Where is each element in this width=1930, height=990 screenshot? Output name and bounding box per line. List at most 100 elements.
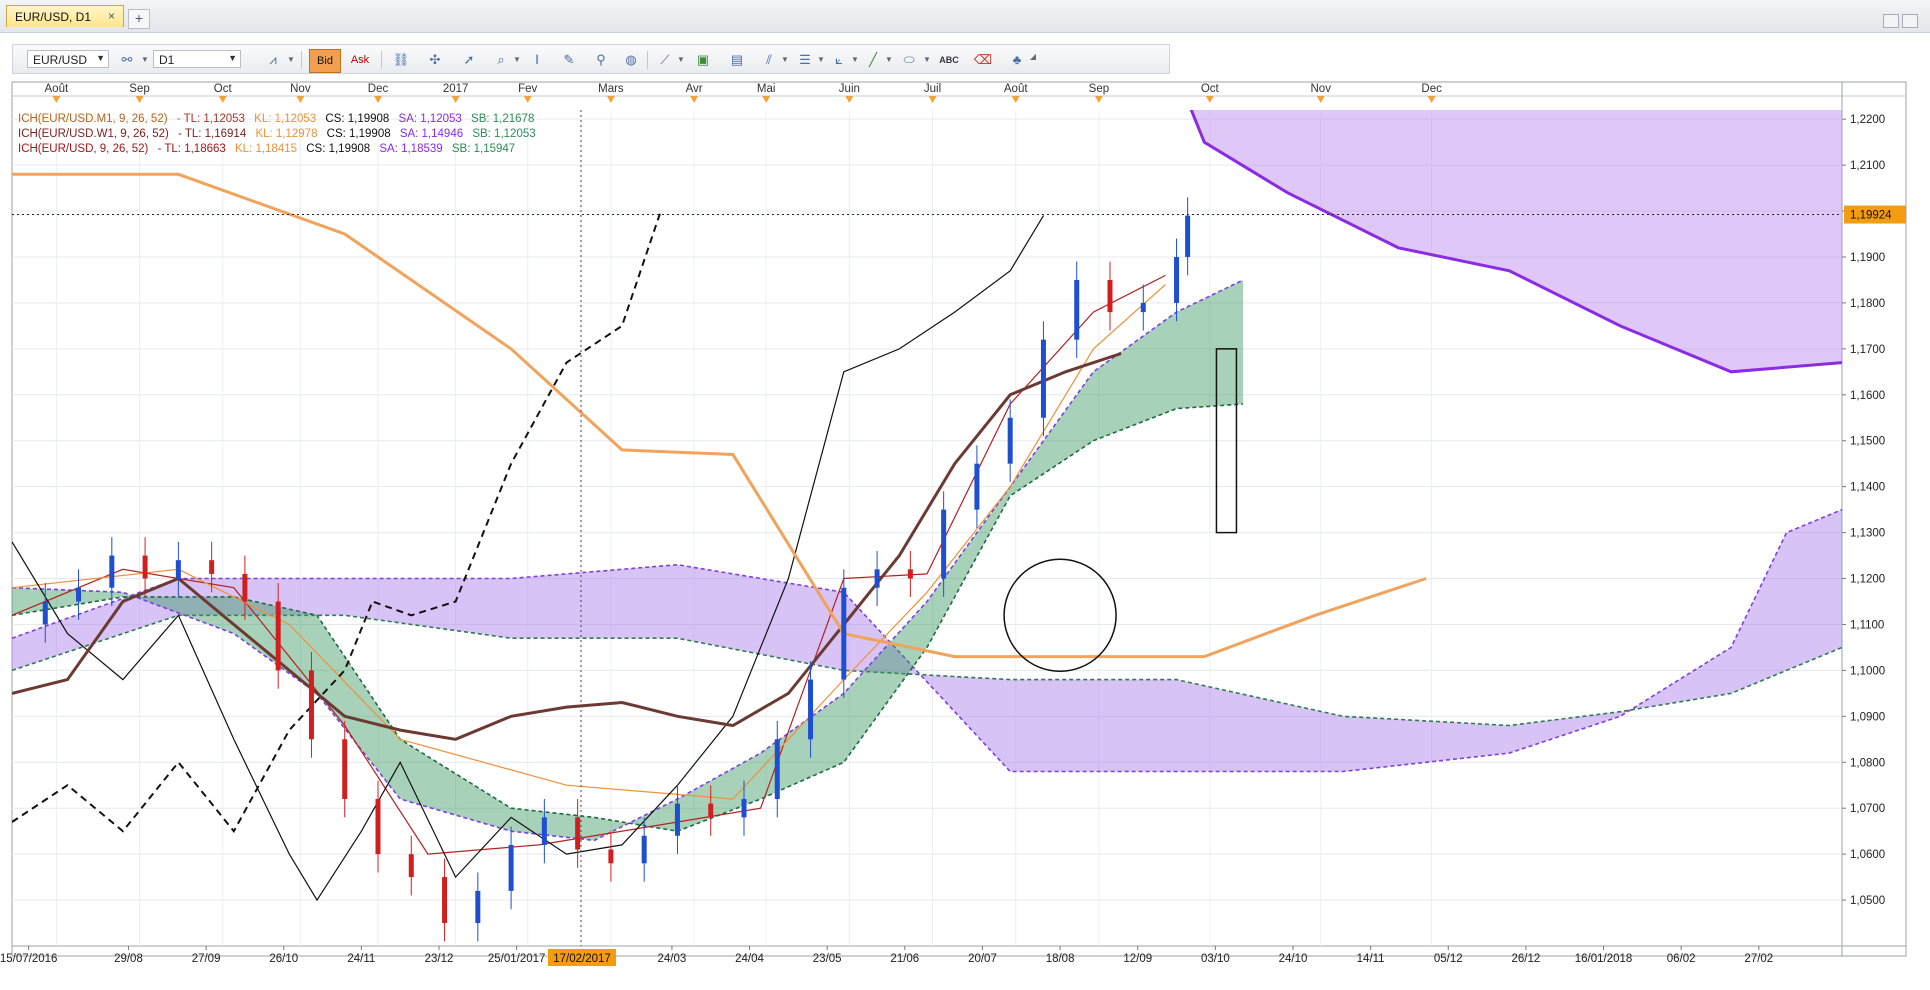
candle-body <box>175 560 181 579</box>
y-tick-label: 1,1900 <box>1850 252 1885 264</box>
month-label: Mars <box>598 83 624 95</box>
candle-body <box>808 679 814 740</box>
x-tick-label: 26/12 <box>1512 953 1541 965</box>
legend-w1-sa: SA: 1,14946 <box>399 128 464 140</box>
x-tick-label: 24/04 <box>735 953 764 965</box>
x-tick-label: 27/02 <box>1744 953 1773 965</box>
month-label: Juil <box>924 83 941 95</box>
candle-body <box>275 601 281 671</box>
month-label: Dec <box>368 83 389 95</box>
x-tick-label: 18/08 <box>1046 953 1075 965</box>
legend-m1-kl: KL: 1,12053 <box>254 113 317 125</box>
x-tick-label: 16/01/2018 <box>1575 953 1633 965</box>
month-label: Nov <box>290 83 311 95</box>
y-tick-label: 1,1700 <box>1850 344 1885 356</box>
candle-body <box>76 587 82 602</box>
candle-body <box>308 670 314 740</box>
legend-w1-sb: SB: 1,12053 <box>472 128 536 140</box>
month-label: Août <box>45 83 69 95</box>
candle-body <box>442 877 448 924</box>
x-tick-label: 20/07 <box>968 953 997 965</box>
legend-m1-sa: SA: 1,12053 <box>398 113 462 125</box>
month-label: Oct <box>1201 83 1220 95</box>
candle-body <box>841 587 847 680</box>
candle-body <box>242 573 248 602</box>
y-tick-label: 1,1100 <box>1850 619 1884 631</box>
y-tick-label: 1,1800 <box>1850 298 1885 310</box>
candle-body <box>109 555 115 588</box>
candle-body <box>541 817 547 845</box>
legend-d1-sa: SA: 1,18539 <box>379 143 443 155</box>
legend-w1-prefix: ICH(EUR/USD.W1, 9, 26, 52) <box>18 128 169 140</box>
y-tick-label: 1,1600 <box>1850 390 1885 402</box>
x-tick-label: 23/12 <box>425 953 454 965</box>
candle-body <box>674 803 680 836</box>
candle-body <box>608 849 614 864</box>
candle-body <box>575 817 581 850</box>
x-tick-label: 12/09 <box>1123 953 1152 965</box>
legend-w1-tl: TL: 1,16914 <box>184 128 247 140</box>
candle-body <box>1074 279 1080 340</box>
y-tick-label: 1,0700 <box>1850 803 1885 815</box>
candle-body <box>874 569 880 588</box>
month-label: Avr <box>686 83 703 95</box>
x-tick-label: 24/10 <box>1279 953 1308 965</box>
y-tick-label: 1,2100 <box>1850 160 1885 172</box>
candle-body <box>142 555 148 579</box>
candle-body <box>209 560 215 574</box>
candle-body <box>1007 417 1013 464</box>
legend-d1-kl: KL: 1,18415 <box>234 143 298 155</box>
month-label: Mai <box>757 83 776 95</box>
legend-m1-sb: SB: 1,21678 <box>471 113 535 125</box>
x-tick-label: 21/06 <box>890 953 919 965</box>
x-tick-label: 03/10 <box>1201 953 1230 965</box>
y-tick-label: 1,0500 <box>1850 895 1885 907</box>
y-tick-label: 1,1000 <box>1850 665 1885 677</box>
y-tick-label: 1,0600 <box>1850 849 1885 861</box>
x-tick-label: 06/02 <box>1667 953 1696 965</box>
month-label: Fev <box>518 83 537 95</box>
legend-m1-prefix: ICH(EUR/USD.M1, 9, 26, 52) <box>18 113 168 125</box>
candle-body <box>1107 279 1113 313</box>
legend-w1: ICH(EUR/USD.W1, 9, 26, 52) - TL: 1,16914… <box>18 128 536 140</box>
month-label: Sep <box>129 83 149 95</box>
y-tick-label: 1,1300 <box>1850 528 1885 540</box>
x-tick-label: 29/08 <box>114 953 143 965</box>
legend-d1-cs: CS: 1,19908 <box>306 143 371 155</box>
current-price-label: 1,19924 <box>1850 210 1892 222</box>
legend-w1-kl: KL: 1,12978 <box>255 128 318 140</box>
candle-body <box>1174 256 1180 303</box>
x-tick-label: 05/12 <box>1434 953 1463 965</box>
month-label: Sep <box>1089 83 1109 95</box>
legend-d1-prefix: ICH(EUR/USD, 9, 26, 52) <box>18 143 149 155</box>
annotation-rect-2 <box>1915 441 1930 574</box>
x-tick-label: 27/09 <box>192 953 221 965</box>
legend-m1: ICH(EUR/USD.M1, 9, 26, 52) - TL: 1,12053… <box>18 113 535 125</box>
legend-m1-cs: CS: 1,19908 <box>325 113 390 125</box>
x-tick-label: 15/07/2016 <box>0 953 57 965</box>
month-label: Oct <box>214 83 233 95</box>
candle-body <box>774 739 780 800</box>
x-tick-label: 26/10 <box>269 953 298 965</box>
candle-body <box>42 601 48 625</box>
legend-d1: ICH(EUR/USD, 9, 26, 52) - TL: 1,18663 KL… <box>18 143 516 155</box>
candle-body <box>375 799 381 855</box>
candle-body <box>941 509 947 579</box>
y-tick-label: 1,0800 <box>1850 757 1885 769</box>
legend-d1-sb: SB: 1,15947 <box>451 143 516 155</box>
legend-m1-tl: TL: 1,12053 <box>183 113 245 125</box>
candle-body <box>641 835 647 864</box>
candle-body <box>974 463 980 510</box>
candle-body <box>508 844 514 891</box>
candle-body <box>408 854 414 878</box>
x-tick-label: 14/11 <box>1357 953 1385 965</box>
y-tick-label: 1,1400 <box>1850 482 1885 494</box>
x-tick-label: 23/05 <box>813 953 842 965</box>
month-label: Nov <box>1311 83 1332 95</box>
candle-body <box>907 569 913 579</box>
y-tick-label: 1,1500 <box>1850 436 1885 448</box>
chart-window: EUR/USD, D1 × + EUR/USD ▼ ⚯ ▼ D1 ▼ ⩘ ▼ B… <box>0 0 1930 990</box>
cursor-date-label: 17/02/2017 <box>553 953 611 965</box>
candle-body <box>342 739 348 800</box>
y-tick-label: 1,2200 <box>1850 114 1885 126</box>
